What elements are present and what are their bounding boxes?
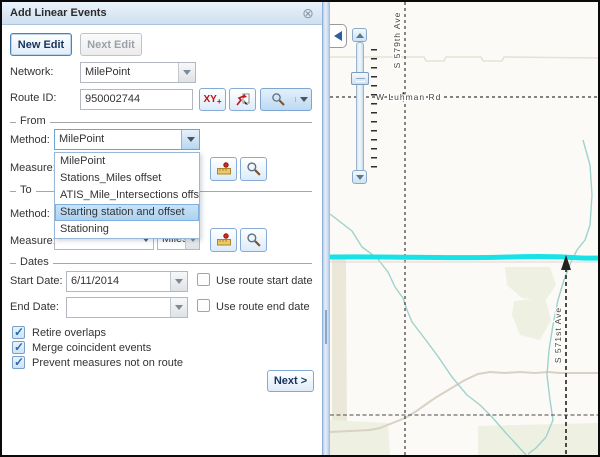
chevron-down-icon [175,305,183,310]
network-value: MilePoint [81,63,178,82]
use-route-start-date-checkbox[interactable] [197,273,210,286]
xy-plus-icon: XY+ [203,94,221,106]
select-route-icon [235,92,251,108]
panel-title: Add Linear Events [10,7,107,19]
terrain-beige-strip [332,255,347,430]
dropdown-option-stationing[interactable]: Stationing [55,221,199,238]
to-measure-search-button[interactable] [240,228,267,252]
land-polygon [505,267,556,301]
land-polygon [330,420,390,455]
start-date-label: Start Date: [10,275,63,287]
merge-coincident-events-checkbox[interactable] [12,341,25,354]
zoom-slider-handle[interactable] [351,72,369,85]
start-date-picker[interactable]: 6/11/2014 [66,271,188,292]
panel-header: Add Linear Events ⊗ [2,2,322,25]
zoom-in-button[interactable] [352,28,367,42]
end-date-label: End Date: [10,301,59,313]
search-segment[interactable] [261,92,295,107]
merge-coincident-events-label: Merge coincident events [32,342,151,354]
search-icon [246,161,262,177]
select-route-on-map-button[interactable] [229,88,256,111]
add-linear-events-panel: Add Linear Events ⊗ New Edit Next Edit N… [2,2,323,455]
from-method-combo[interactable]: MilePoint [54,129,200,150]
dropdown-option-starting-station[interactable]: Starting station and offset [55,204,199,221]
minus-arrow-icon [356,175,364,180]
from-method-arrow[interactable] [181,130,199,149]
dropdown-option-milepoint[interactable]: MilePoint [55,153,199,170]
to-measure-label: Measure: [10,235,56,247]
use-route-end-date-label: Use route end date [216,301,310,313]
chevron-down-icon [300,97,308,102]
route-id-label: Route ID: [10,92,56,104]
chevron-down-icon [175,279,183,284]
next-edit-button[interactable]: Next Edit [80,33,142,56]
dates-legend: Dates [16,256,53,268]
chevron-down-icon [187,137,195,142]
next-button[interactable]: Next > [267,370,314,392]
search-icon [246,232,262,248]
land-polygon [512,298,551,340]
start-date-value: 6/11/2014 [67,272,170,291]
to-legend: To [16,184,36,196]
route-highlight-line [330,256,598,258]
route-id-input[interactable]: 950002744 [80,89,193,110]
splitter-grip-icon [325,310,327,344]
end-date-arrow[interactable] [170,298,187,317]
stream-line [330,214,526,455]
end-date-value [67,298,170,317]
retire-overlaps-checkbox[interactable] [12,326,25,339]
from-separator [10,122,312,123]
road-label-luhman: W Luhman Rd [376,92,441,102]
method-dropdown-list: MilePoint Stations_Miles offset ATIS_Mil… [54,152,200,239]
network-label: Network: [10,66,53,78]
collapse-arrow-icon [334,31,342,41]
search-dropdown-segment[interactable] [295,97,311,102]
use-route-start-date-label: Use route start date [216,275,313,287]
plus-arrow-icon [356,33,364,38]
new-edit-button[interactable]: New Edit [10,33,72,56]
from-measure-locate-button[interactable] [210,157,237,181]
search-icon [271,92,286,107]
to-measure-locate-button[interactable] [210,228,237,252]
from-measure-search-button[interactable] [240,157,267,181]
prevent-measures-label: Prevent measures not on route [32,357,183,369]
road-label-571st: S 571st Ave [553,307,563,363]
zoom-slider-ticks [371,49,377,168]
chevron-down-icon [183,70,191,75]
from-method-value: MilePoint [55,130,181,149]
to-method-label: Method: [10,208,50,220]
from-measure-label: Measure: [10,162,56,174]
use-route-end-date-checkbox[interactable] [197,299,210,312]
dates-separator [10,263,312,264]
ruler-locate-icon [216,232,232,248]
ruler-locate-icon [216,161,232,177]
close-icon[interactable]: ⊗ [300,5,316,21]
dropdown-option-atis[interactable]: ATIS_Mile_Intersections offset [55,187,199,204]
network-combo-arrow[interactable] [178,63,195,82]
prevent-measures-checkbox[interactable] [12,356,25,369]
map-canvas[interactable]: S 579th Ave W Luhman Rd S 571st Ave [330,2,598,455]
from-legend: From [16,115,50,127]
from-method-label: Method: [10,134,50,146]
panel-map-splitter[interactable] [323,2,330,455]
start-date-arrow[interactable] [170,272,187,291]
add-linear-events-window: Add Linear Events ⊗ New Edit Next Edit N… [0,0,600,457]
land-polygon [478,423,598,455]
zoom-out-button[interactable] [352,170,367,184]
collapse-panel-button[interactable] [330,24,347,48]
end-date-picker[interactable] [66,297,188,318]
search-route-split-button[interactable] [260,88,312,111]
road-label-579th: S 579th Ave [392,12,402,69]
network-combo[interactable]: MilePoint [80,62,196,83]
zoom-slider-track[interactable] [356,42,364,172]
xy-coordinates-button[interactable]: XY+ [199,88,226,111]
dropdown-option-stations-miles[interactable]: Stations_Miles offset [55,170,199,187]
retire-overlaps-label: Retire overlaps [32,327,106,339]
